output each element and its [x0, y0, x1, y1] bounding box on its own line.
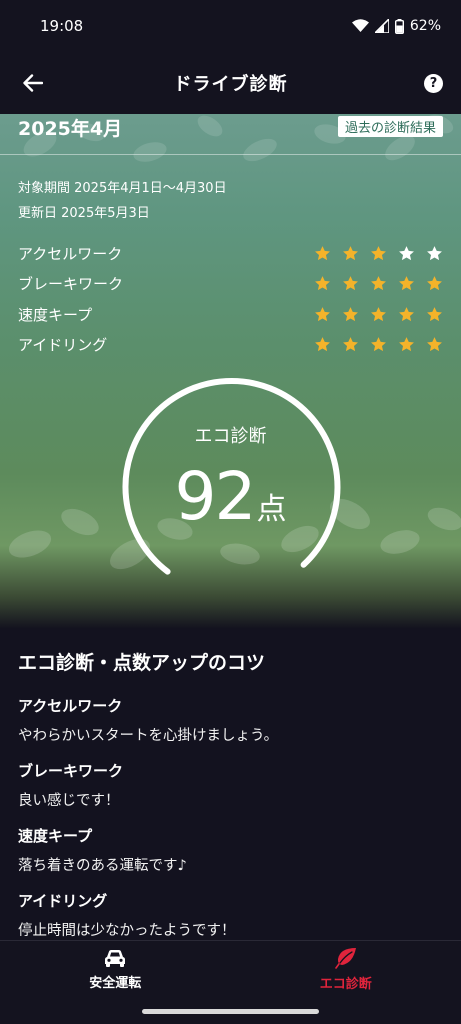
rating-label: アクセルワーク — [18, 244, 123, 263]
nav-label: エコ診断 — [319, 977, 372, 992]
star-empty-icon — [427, 245, 442, 260]
nav-label: 安全運転 — [89, 976, 142, 991]
battery-percent: 62% — [409, 18, 441, 34]
tip-heading: ブレーキワーク — [18, 762, 124, 780]
star-filled-icon — [343, 306, 358, 321]
star-empty-icon — [399, 245, 414, 260]
tip-heading: アイドリング — [18, 892, 108, 910]
tip-body: 停止時間は少なかったようです！ — [18, 923, 236, 939]
bottom-navigation: 安全運転 エコ診断 — [0, 940, 461, 998]
past-results-button[interactable]: 過去の診断結果 — [337, 116, 443, 137]
star-rating — [314, 306, 443, 323]
star-filled-icon — [427, 306, 442, 321]
star-filled-icon — [343, 337, 358, 352]
rating-list: アクセルワーク ブレーキワーク 速度キープ アイドリング — [18, 238, 443, 360]
car-icon — [105, 950, 126, 967]
help-button[interactable]: ? — [424, 74, 443, 93]
tip-heading: アクセルワーク — [18, 697, 123, 715]
star-rating — [314, 275, 443, 292]
star-filled-icon — [427, 337, 442, 352]
divider — [0, 154, 461, 155]
back-button[interactable] — [18, 68, 48, 98]
star-filled-icon — [315, 276, 330, 291]
tips-section: エコ診断・点数アップのコツ アクセルワーク やわらかいスタートを心掛けましょう。… — [18, 648, 443, 955]
battery-icon — [394, 18, 404, 34]
star-filled-icon — [315, 306, 330, 321]
tips-title: エコ診断・点数アップのコツ — [18, 652, 266, 674]
back-arrow-icon — [23, 74, 43, 92]
star-filled-icon — [399, 337, 414, 352]
star-filled-icon — [371, 306, 386, 321]
star-filled-icon — [371, 337, 386, 352]
tip-item: アクセルワーク やわらかいスタートを心掛けましょう。 — [18, 695, 443, 745]
star-rating — [314, 336, 443, 353]
star-filled-icon — [399, 306, 414, 321]
tip-body: 良い感じです！ — [18, 793, 120, 809]
tip-body: やわらかいスタートを心掛けましょう。 — [18, 728, 279, 744]
eco-score: 92点 — [0, 458, 461, 535]
diagnosis-hero: 2025年4月 過去の診断結果 対象期間 2025年4月1日〜4月30日 更新日… — [0, 114, 461, 628]
help-icon: ? — [429, 76, 438, 91]
tip-item: アイドリング 停止時間は少なかったようです！ — [18, 890, 443, 940]
star-filled-icon — [427, 276, 442, 291]
gesture-bar[interactable] — [142, 1009, 319, 1014]
rating-row-brake: ブレーキワーク — [18, 269, 443, 300]
star-filled-icon — [315, 337, 330, 352]
star-filled-icon — [315, 245, 330, 260]
app-bar: ドライブ診断 ? — [0, 52, 461, 114]
star-filled-icon — [371, 276, 386, 291]
tip-item: ブレーキワーク 良い感じです！ — [18, 760, 443, 810]
star-filled-icon — [343, 276, 358, 291]
updated-date: 更新日 2025年5月3日 — [18, 206, 150, 221]
rating-label: ブレーキワーク — [18, 275, 124, 294]
status-bar: 19:08 62% — [0, 0, 461, 52]
rating-row-speed: 速度キープ — [18, 299, 443, 330]
tip-body: 落ち着きのある運転です♪ — [18, 858, 187, 874]
diagnosis-month: 2025年4月 — [18, 118, 123, 140]
rating-row-accel: アクセルワーク — [18, 238, 443, 269]
page-title: ドライブ診断 — [173, 74, 288, 95]
rating-label: 速度キープ — [18, 305, 93, 324]
star-filled-icon — [399, 276, 414, 291]
nav-eco-diagnosis[interactable]: エコ診断 — [231, 941, 461, 998]
target-period: 対象期間 2025年4月1日〜4月30日 — [18, 181, 227, 196]
star-filled-icon — [371, 245, 386, 260]
rating-label: アイドリング — [18, 336, 108, 355]
gauge-title: エコ診断 — [194, 426, 267, 447]
score-unit: 点 — [256, 492, 287, 527]
tip-item: 速度キープ 落ち着きのある運転です♪ — [18, 825, 443, 875]
score-value: 92 — [174, 458, 257, 535]
nav-safe-driving[interactable]: 安全運転 — [0, 941, 231, 998]
leaf-icon — [334, 948, 356, 969]
wifi-icon — [351, 19, 369, 32]
status-time: 19:08 — [40, 17, 84, 35]
star-filled-icon — [343, 245, 358, 260]
status-icons: 62% — [351, 18, 441, 34]
tip-heading: 速度キープ — [18, 827, 93, 845]
rating-row-idling: アイドリング — [18, 330, 443, 361]
signal-icon — [374, 19, 389, 33]
star-rating — [314, 245, 443, 262]
